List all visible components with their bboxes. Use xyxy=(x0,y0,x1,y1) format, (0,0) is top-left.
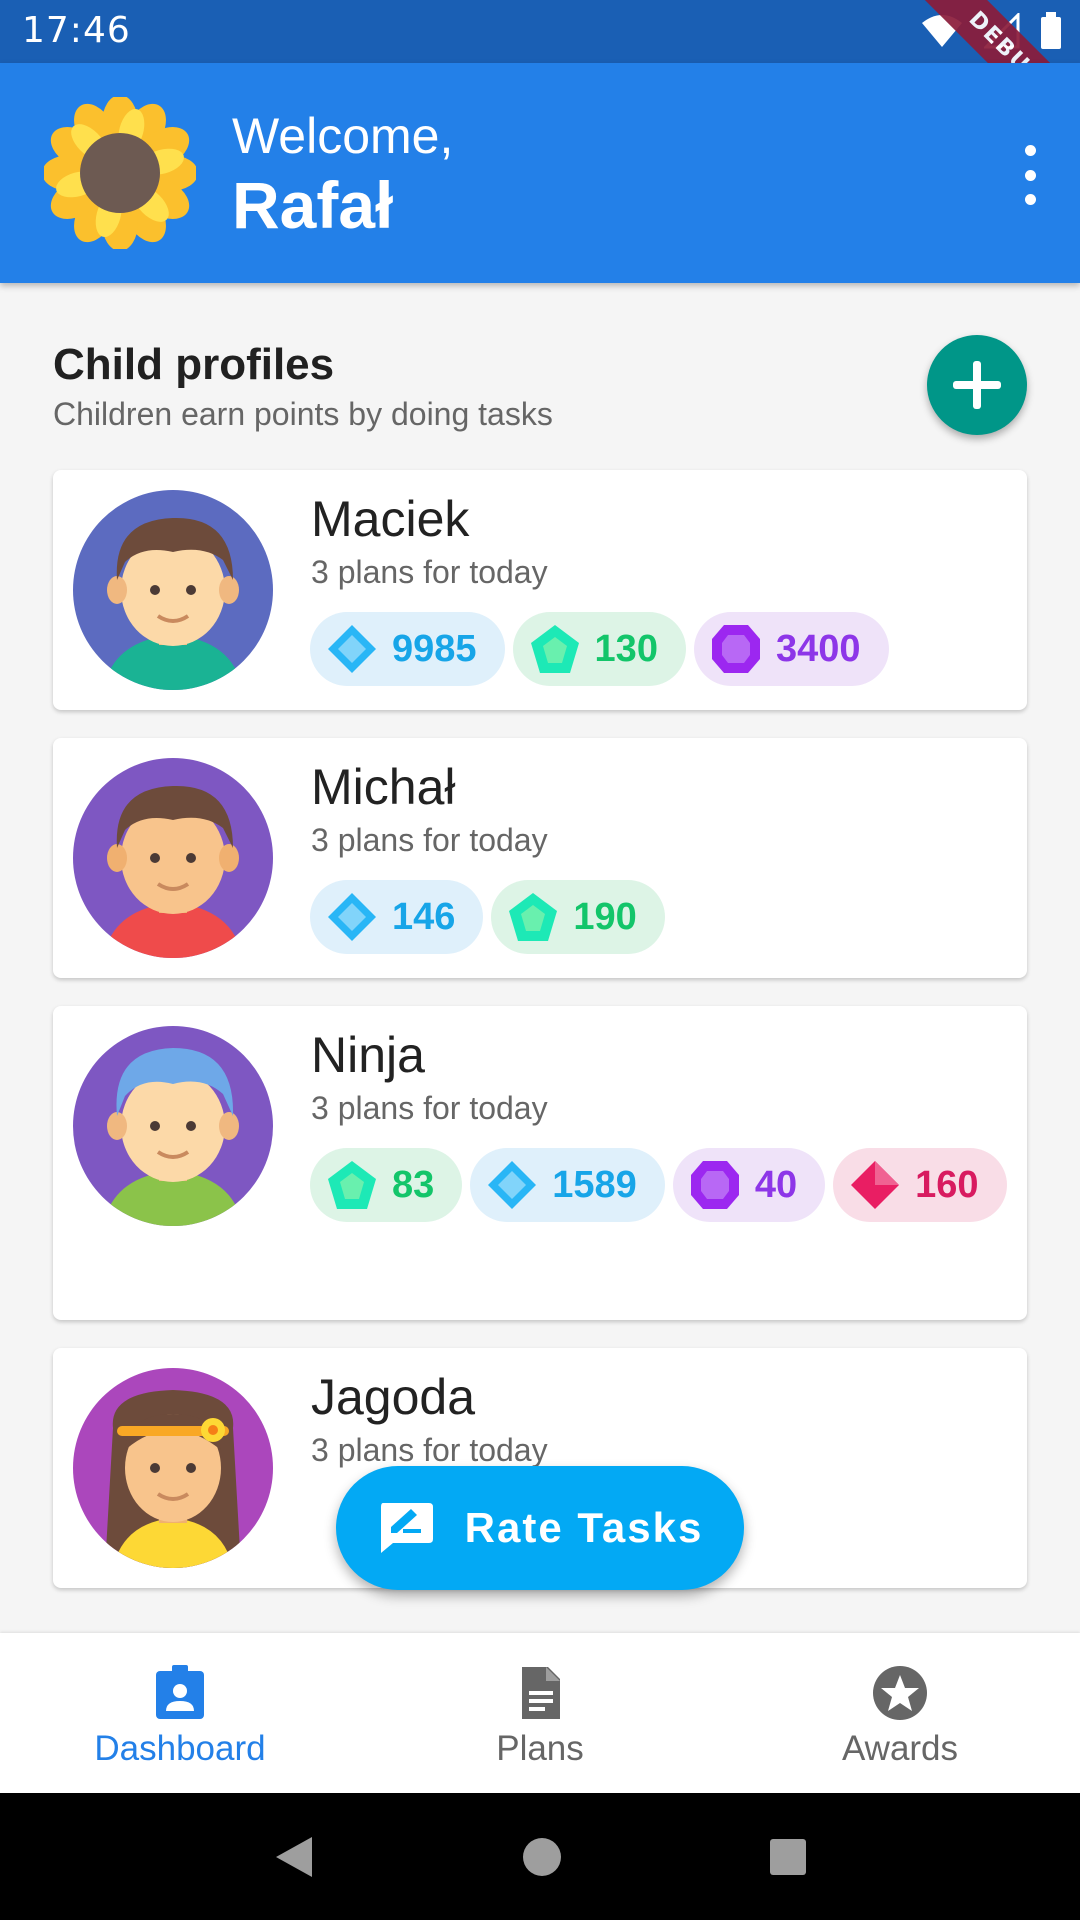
points-badge: 3400 xyxy=(693,612,889,686)
plus-icon xyxy=(953,361,1001,409)
rate-tasks-button[interactable]: Rate Tasks xyxy=(336,1466,744,1590)
recents-icon[interactable] xyxy=(768,1837,808,1877)
points-value: 130 xyxy=(594,627,658,670)
bottom-navigation: Dashboard Plans Awards xyxy=(0,1633,1080,1793)
points-badges: 9985 130 3400 xyxy=(310,612,1010,686)
section-title: Child profiles xyxy=(53,340,335,389)
battery-icon xyxy=(1041,12,1061,49)
child-name: Maciek xyxy=(311,491,470,547)
points-value: 9985 xyxy=(392,627,477,670)
child-card[interactable]: Maciek 3 plans for today 9985 130 3400 xyxy=(53,470,1027,710)
points-value: 190 xyxy=(573,895,637,938)
nav-dashboard[interactable]: Dashboard xyxy=(0,1633,360,1793)
points-badge: 146 xyxy=(310,880,484,954)
boy-avatar-icon xyxy=(73,490,273,690)
points-value: 40 xyxy=(754,1163,798,1206)
purple-gem-icon xyxy=(690,1161,739,1209)
system-navigation-bar xyxy=(0,1793,1080,1920)
points-value: 146 xyxy=(392,895,456,938)
badge-icon xyxy=(156,1665,204,1719)
child-card[interactable]: Michał 3 plans for today 146 190 xyxy=(53,738,1027,978)
child-plans: 3 plans for today xyxy=(311,554,548,590)
sunflower-logo-icon xyxy=(44,97,196,249)
points-value: 83 xyxy=(392,1163,435,1206)
child-card[interactable]: Ninja 3 plans for today 83 1589 40 160 xyxy=(53,1006,1027,1320)
nav-awards[interactable]: Awards xyxy=(720,1633,1080,1793)
points-value: 3400 xyxy=(775,627,861,670)
child-name: Jagoda xyxy=(311,1369,476,1425)
purple-gem-icon xyxy=(711,625,760,673)
rate-review-icon xyxy=(380,1503,433,1553)
red-gem-icon xyxy=(851,1161,900,1209)
green-gem-icon xyxy=(328,1161,376,1209)
child-plans: 3 plans for today xyxy=(311,1432,548,1468)
section-subtitle: Children earn points by doing tasks xyxy=(53,396,553,432)
points-badge: 83 xyxy=(310,1148,463,1222)
girl-avatar-icon xyxy=(73,1368,273,1568)
nav-label: Plans xyxy=(496,1729,584,1768)
nav-label: Awards xyxy=(841,1729,959,1768)
child-name: Ninja xyxy=(311,1027,425,1083)
green-gem-icon xyxy=(530,625,579,673)
rate-tasks-label: Rate Tasks xyxy=(464,1504,704,1551)
boy-avatar-icon xyxy=(73,1026,273,1226)
blue-diamond-icon xyxy=(328,893,376,941)
nav-plans[interactable]: Plans xyxy=(360,1633,720,1793)
status-time: 17:46 xyxy=(22,10,131,51)
child-name: Michał xyxy=(311,759,456,815)
points-badge: 40 xyxy=(672,1148,826,1222)
user-name: Rafał xyxy=(232,168,394,242)
points-value: 160 xyxy=(915,1163,979,1206)
points-badge: 1589 xyxy=(470,1148,665,1222)
status-bar: 17:46 DEBUG xyxy=(0,0,1080,158)
green-gem-icon xyxy=(509,893,558,941)
star-icon xyxy=(873,1666,927,1720)
points-badge: 190 xyxy=(491,880,665,954)
child-plans: 3 plans for today xyxy=(311,822,548,858)
blue-diamond-icon xyxy=(328,625,376,673)
document-icon xyxy=(522,1667,560,1719)
back-icon[interactable] xyxy=(272,1833,316,1881)
more-menu-icon[interactable] xyxy=(1010,145,1050,205)
home-icon[interactable] xyxy=(521,1836,563,1878)
points-badge: 9985 xyxy=(310,612,505,686)
blue-diamond-icon xyxy=(488,1161,537,1209)
points-badge: 160 xyxy=(833,1148,1007,1222)
nav-label: Dashboard xyxy=(94,1729,266,1768)
child-plans: 3 plans for today xyxy=(311,1090,548,1126)
welcome-text: Welcome, xyxy=(232,108,454,164)
points-value: 1589 xyxy=(552,1163,637,1206)
add-child-button[interactable] xyxy=(927,335,1027,435)
app-bar: Welcome, Rafał xyxy=(0,63,1080,283)
points-badges: 83 1589 40 160 xyxy=(310,1148,1010,1222)
boy-avatar-icon xyxy=(73,758,273,958)
points-badge: 130 xyxy=(512,612,686,686)
points-badges: 146 190 xyxy=(310,880,1010,954)
